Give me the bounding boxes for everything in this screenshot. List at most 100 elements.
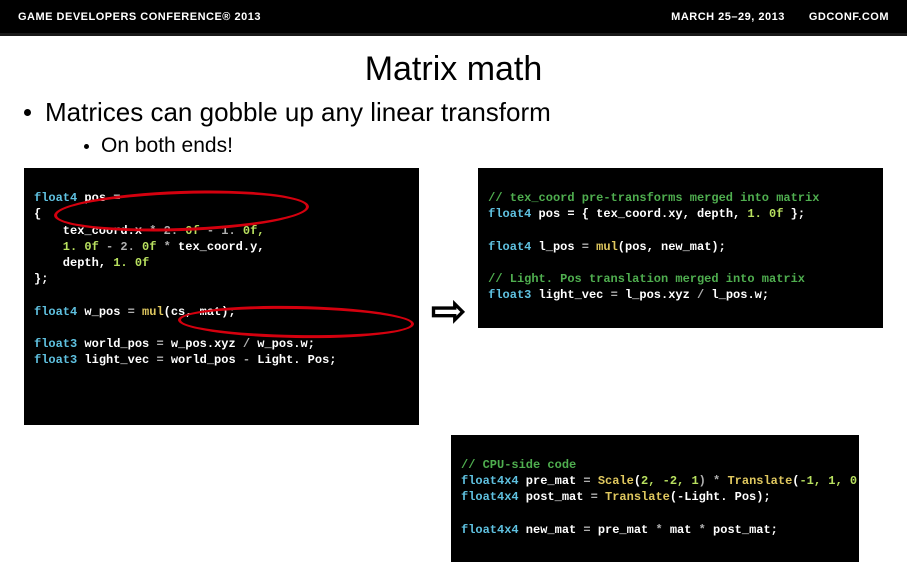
- code-token: w_pos: [250, 337, 293, 351]
- code-token: .: [207, 337, 214, 351]
- code-token: 0f: [178, 224, 207, 238]
- code-token: cs, mat: [171, 305, 221, 319]
- code-token: post_mat: [519, 490, 591, 504]
- code-token: float4x4: [461, 523, 519, 537]
- code-token: /: [243, 337, 250, 351]
- bullet-2-text: On both ends!: [101, 134, 233, 158]
- code-token: float3: [34, 353, 77, 367]
- code-token: (: [670, 490, 677, 504]
- code-token: };: [34, 272, 48, 286]
- code-token: 0f: [128, 256, 150, 270]
- code-token: // tex_coord pre-transforms merged into …: [488, 191, 819, 205]
- header-dates: MARCH 25–29, 2013: [671, 11, 785, 23]
- code-token: light_vec: [77, 353, 156, 367]
- code-token: tex_coord: [589, 207, 661, 221]
- code-token: xyz: [668, 288, 697, 302]
- code-token: * 2.: [149, 224, 178, 238]
- code-token: (: [634, 474, 641, 488]
- code-token: *: [655, 523, 662, 537]
- code-token: 2, -2, 1: [641, 474, 699, 488]
- code-token: mul: [135, 305, 164, 319]
- code-token: (: [164, 305, 171, 319]
- code-token: float4: [488, 240, 531, 254]
- code-token: w_pos: [77, 305, 127, 319]
- code-token: Scale: [591, 474, 634, 488]
- bullet-level-2: On both ends!: [84, 134, 907, 158]
- code-token: pos: [77, 191, 113, 205]
- code-token: mul: [589, 240, 618, 254]
- bullet-dot-icon: [84, 144, 89, 149]
- code-token: - 2.: [106, 240, 135, 254]
- slide-title: Matrix math: [0, 50, 907, 89]
- code-token: =: [156, 337, 163, 351]
- bullet-1-text: Matrices can gobble up any linear transf…: [45, 97, 551, 128]
- code-token: {: [34, 207, 41, 221]
- code-token: ) *: [699, 474, 721, 488]
- code-token: 0f,: [236, 224, 265, 238]
- code-token: 0f: [135, 240, 164, 254]
- arrow-right-icon: ⇨: [431, 290, 466, 332]
- code-token: .: [293, 337, 300, 351]
- code-token: float3: [34, 337, 77, 351]
- code-token: 1.: [34, 240, 77, 254]
- code-token: 1.: [113, 256, 127, 270]
- code-area: float4 pos = { tex_coord.x * 2. 0f - 1. …: [0, 168, 907, 562]
- code-token: // CPU-side code: [461, 458, 576, 472]
- code-token: post_mat;: [706, 523, 778, 537]
- code-token: -: [243, 353, 250, 367]
- code-token: float4: [488, 207, 531, 221]
- code-token: .: [243, 240, 250, 254]
- code-token: y,: [250, 240, 264, 254]
- code-token: l_pos: [704, 288, 747, 302]
- header-conference: GAME DEVELOPERS CONFERENCE® 2013: [18, 11, 261, 23]
- code-token: 0f: [77, 240, 106, 254]
- code-token: =: [583, 474, 590, 488]
- code-token: Translate: [598, 490, 670, 504]
- code-token: world_pos: [164, 353, 243, 367]
- code-token: pos: [531, 207, 567, 221]
- code-token: =: [583, 523, 590, 537]
- code-token: .: [128, 224, 135, 238]
- code-token: Light. Pos;: [250, 353, 336, 367]
- code-token: =: [128, 305, 135, 319]
- code-token: pre_mat: [519, 474, 584, 488]
- code-token: float4x4: [461, 490, 519, 504]
- code-token: // Light. Pos translation merged into ma…: [488, 272, 805, 286]
- code-token: *: [699, 523, 706, 537]
- header-site: GDCONF.COM: [809, 11, 889, 23]
- code-block-after-gpu: // tex_coord pre-transforms merged into …: [478, 168, 883, 328]
- code-token: =: [582, 240, 589, 254]
- code-token: =: [611, 288, 618, 302]
- code-token: xy, depth,: [668, 207, 747, 221]
- code-token: -1, 1, 0: [799, 474, 857, 488]
- header-right: MARCH 25–29, 2013 GDCONF.COM: [671, 11, 889, 23]
- code-token: 1.: [747, 207, 761, 221]
- code-token: );: [756, 490, 770, 504]
- code-token: =: [156, 353, 163, 367]
- code-token: pre_mat: [591, 523, 656, 537]
- code-token: );: [221, 305, 235, 319]
- code-token: *: [164, 240, 171, 254]
- code-token: );: [711, 240, 725, 254]
- code-token: -Light. Pos: [677, 490, 756, 504]
- bullet-level-1: Matrices can gobble up any linear transf…: [24, 97, 907, 128]
- code-token: float4: [34, 191, 77, 205]
- code-token: - 1.: [207, 224, 236, 238]
- code-token: l_pos: [618, 288, 661, 302]
- code-token: (: [618, 240, 625, 254]
- code-token: float4x4: [461, 474, 519, 488]
- code-token: Translate: [720, 474, 792, 488]
- code-block-before: float4 pos = { tex_coord.x * 2. 0f - 1. …: [24, 168, 419, 425]
- code-token: xyz: [214, 337, 243, 351]
- header-bar: GAME DEVELOPERS CONFERENCE® 2013 MARCH 2…: [0, 0, 907, 36]
- code-token: = {: [567, 207, 589, 221]
- code-token: float4: [34, 305, 77, 319]
- code-token: w;: [301, 337, 315, 351]
- code-token: =: [591, 490, 598, 504]
- code-token: l_pos: [531, 240, 581, 254]
- code-token: light_vec: [531, 288, 610, 302]
- code-token: depth,: [34, 256, 113, 270]
- bullet-dot-icon: [24, 109, 31, 116]
- code-token: 0f: [762, 207, 791, 221]
- arrow-column: ⇨: [431, 168, 466, 425]
